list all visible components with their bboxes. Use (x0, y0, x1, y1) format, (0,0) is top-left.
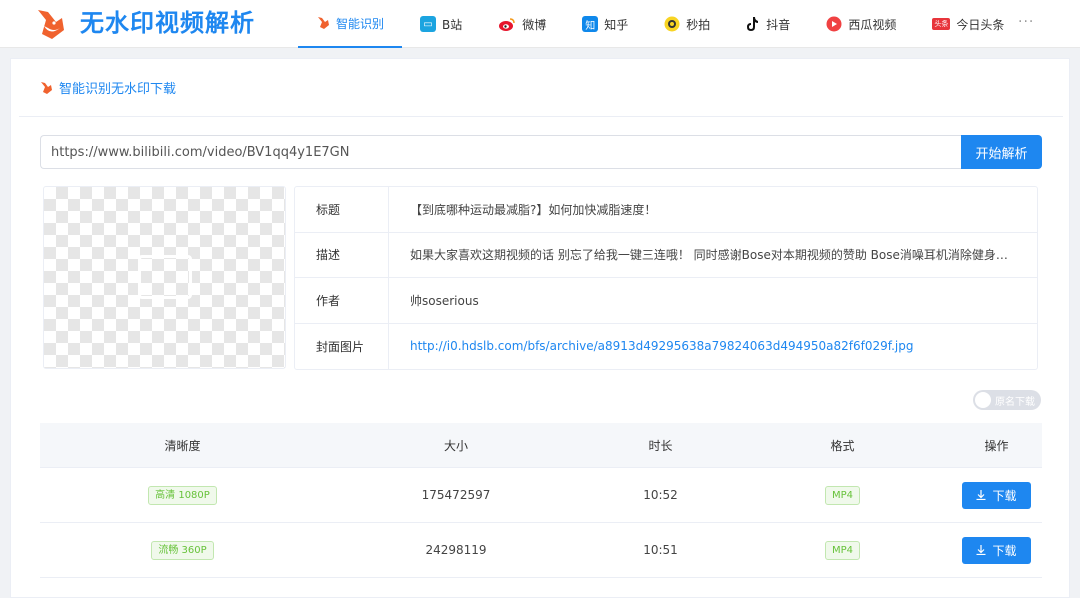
table-header: 清晰度 大小 时长 格式 操作 (40, 423, 1042, 468)
info-label: 作者 (295, 278, 389, 323)
download-label: 下载 (992, 488, 1017, 503)
column-header: 时长 (648, 438, 673, 453)
nav-item-douyin[interactable]: 抖音 (728, 0, 808, 48)
format-cell: MP4 (734, 485, 951, 505)
format-tag: MP4 (824, 485, 861, 505)
duration-cell: 10:52 (643, 488, 678, 502)
download-icon (976, 490, 986, 500)
info-row-description: 描述 如果大家喜欢这期视频的话 别忘了给我一键三连哦！ 同时感谢Bose对本期视… (295, 232, 1037, 278)
original-name-toggle[interactable]: 原名下载 (973, 390, 1041, 410)
download-label: 下载 (992, 543, 1017, 558)
top-nav: 智能识别 ▭ B站 微博 知 知乎 秒拍 抖音 西瓜视频 头条 今日头条 (298, 0, 1022, 48)
action-cell: 下载 (951, 536, 1042, 564)
column-header: 清晰度 (164, 438, 201, 453)
weibo-icon (499, 17, 515, 31)
nav-label: 知乎 (604, 17, 629, 32)
action-cell: 下载 (951, 481, 1042, 509)
panel-title: 智能识别无水印下载 (59, 82, 177, 97)
download-button[interactable]: 下载 (962, 481, 1031, 509)
size-cell: 175472597 (421, 488, 491, 502)
fox-icon (318, 17, 329, 29)
miaopai-icon (664, 16, 680, 32)
nav-label: 智能识别 (336, 16, 385, 31)
toutiao-icon: 头条 (932, 18, 951, 30)
nav-item-zhihu[interactable]: 知 知乎 (564, 0, 646, 48)
nav-label: 今日头条 (956, 17, 1005, 32)
info-label: 封面图片 (295, 323, 389, 369)
top-bar: 无水印视频解析 智能识别 ▭ B站 微博 知 知乎 秒拍 抖音 西瓜视频 头条 … (0, 0, 1080, 48)
column-header: 格式 (830, 438, 855, 453)
panel-header: 智能识别无水印下载 (19, 59, 1063, 117)
cover-image-link[interactable]: http://i0.hdslb.com/bfs/archive/a8913d49… (389, 339, 1037, 353)
brand-title: 无水印视频解析 (80, 9, 255, 37)
info-value: 帅soserious (410, 293, 479, 308)
xigua-icon (826, 16, 842, 32)
info-row-author: 作者 帅soserious (295, 278, 1037, 324)
table-row: 高清 1080P 175472597 10:52 MP4 下载 (40, 468, 1042, 523)
nav-item-xigua[interactable]: 西瓜视频 (808, 0, 914, 48)
toggle-label: 原名下载 (995, 397, 1035, 408)
fox-logo-icon (38, 10, 64, 39)
download-icon (976, 545, 986, 555)
video-info-table: 标题 【到底哪种运动最减脂?】如何加快减脂速度！ 描述 如果大家喜欢这期视频的话… (294, 186, 1038, 370)
nav-label: 西瓜视频 (848, 17, 897, 32)
quality-cell: 高清 1080P (40, 485, 325, 505)
info-row-title: 标题 【到底哪种运动最减脂?】如何加快减脂速度！ (295, 187, 1037, 233)
quality-cell: 流畅 360P (40, 540, 325, 560)
format-tag: MP4 (824, 540, 861, 560)
nav-more-icon[interactable]: ··· (1018, 14, 1034, 30)
zhihu-icon: 知 (582, 16, 599, 32)
size-cell: 24298119 (425, 543, 487, 557)
quality-tag: 流畅 360P (151, 540, 214, 560)
column-header: 操作 (984, 438, 1009, 453)
download-button[interactable]: 下载 (962, 536, 1031, 564)
nav-label: 微博 (522, 17, 547, 32)
nav-item-toutiao[interactable]: 头条 今日头条 (914, 0, 1022, 48)
duration-cell: 10:51 (643, 543, 678, 557)
format-cell: MP4 (734, 540, 951, 560)
info-label: 标题 (295, 187, 389, 232)
nav-label: B站 (442, 17, 463, 32)
info-row-cover: 封面图片 http://i0.hdslb.com/bfs/archive/a89… (295, 323, 1037, 369)
url-input[interactable] (40, 135, 962, 169)
download-table: 清晰度 大小 时长 格式 操作 高清 1080P 175472597 10:52… (40, 423, 1042, 578)
fox-icon (41, 81, 52, 94)
main-panel: 智能识别无水印下载 开始解析 标题 【到底哪种运动最减脂?】如何加快减脂速度！ … (10, 58, 1070, 598)
cover-image-placeholder (43, 186, 286, 369)
nav-item-bilibili[interactable]: ▭ B站 (402, 0, 480, 48)
info-value: 【到底哪种运动最减脂?】如何加快减脂速度！ (410, 202, 657, 217)
nav-item-smart[interactable]: 智能识别 (298, 0, 403, 48)
nav-label: 抖音 (766, 17, 791, 32)
column-header: 大小 (443, 438, 468, 453)
nav-item-weibo[interactable]: 微博 (480, 0, 564, 48)
bilibili-icon: ▭ (420, 16, 437, 32)
parse-button[interactable]: 开始解析 (961, 135, 1042, 169)
info-label: 描述 (295, 232, 389, 277)
info-value: 如果大家喜欢这期视频的话 别忘了给我一键三连哦！ 同时感谢Bose对本期视频的赞… (410, 248, 1020, 263)
image-placeholder-icon (138, 255, 192, 299)
nav-label: 秒拍 (686, 17, 711, 32)
toggle-knob (975, 392, 991, 408)
nav-item-miaopai[interactable]: 秒拍 (646, 0, 728, 48)
quality-tag: 高清 1080P (148, 485, 217, 505)
table-row: 流畅 360P 24298119 10:51 MP4 下载 (40, 523, 1042, 578)
douyin-icon (747, 17, 759, 31)
